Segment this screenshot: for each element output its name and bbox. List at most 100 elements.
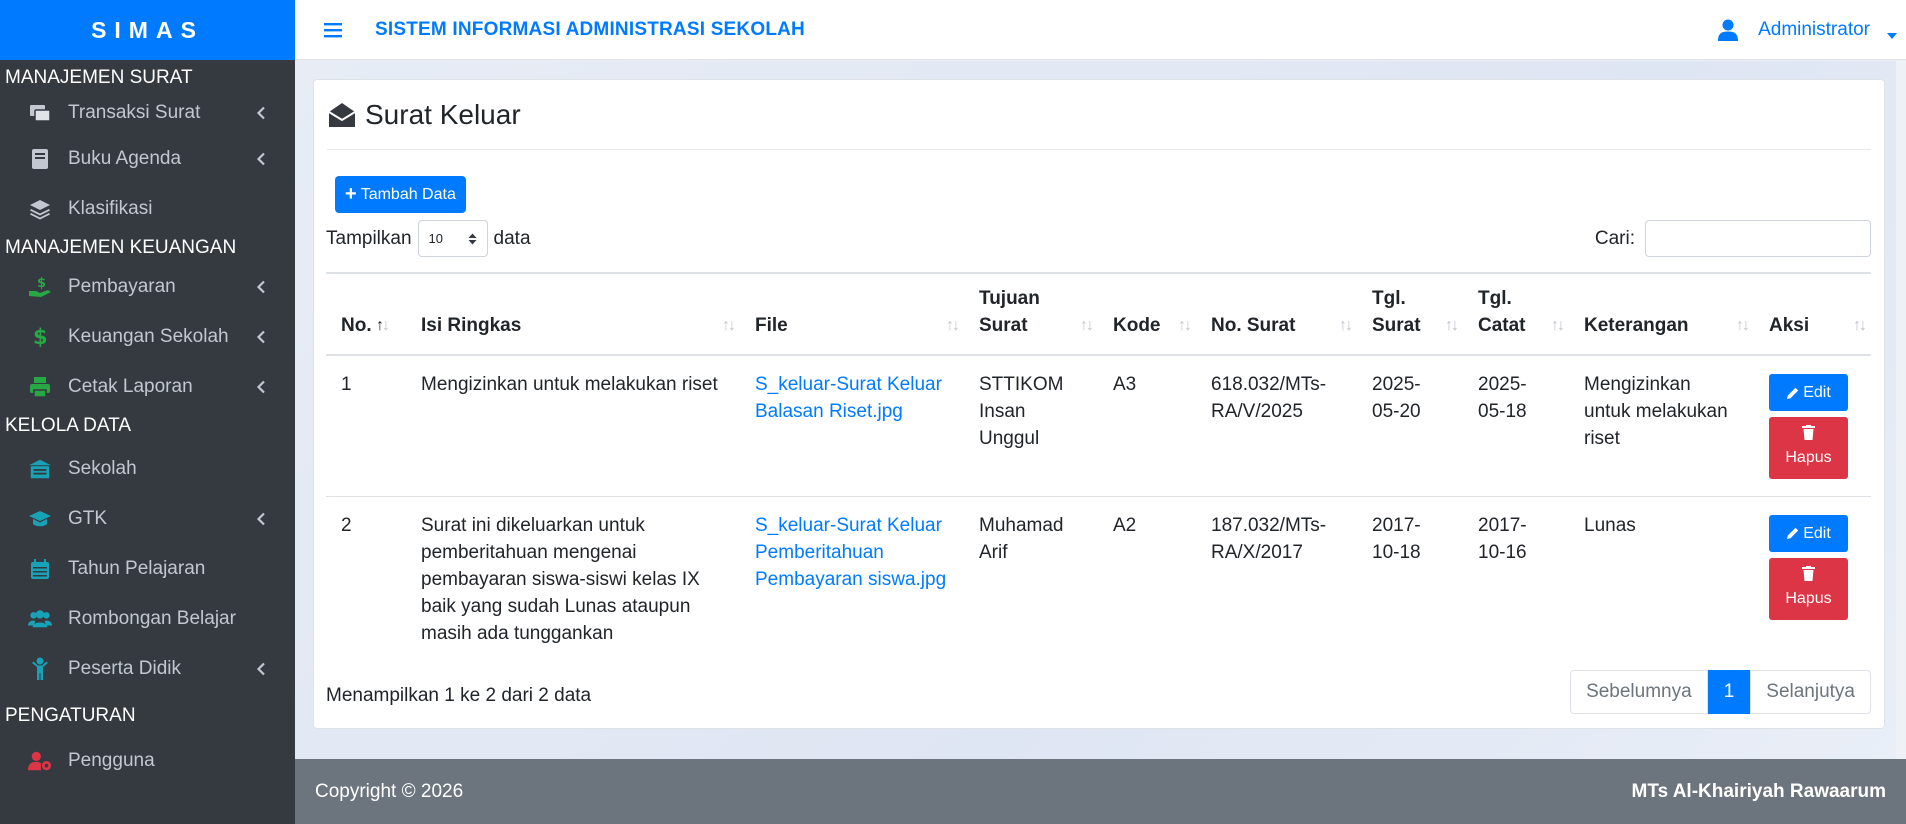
pagination-next-button[interactable]: Selanjutya — [1750, 670, 1871, 714]
table-header-row: No. ↑↓ Isi Ringkas ↑↓ File ↑↓ Tujuan Surat ↑↓ Ko… — [326, 272, 1871, 356]
sidebar-section-title: PENGATURAN — [5, 705, 136, 726]
sidebar-item-tahun-pelajaran[interactable]: Tahun Pelajaran — [0, 544, 295, 594]
column-header-no[interactable]: No. ↑↓ — [326, 272, 406, 356]
cell-actions: Edit Hapus — [1754, 355, 1871, 497]
sidebar-item-keuangan-sekolah[interactable]: $ Keuangan Sekolah — [0, 312, 295, 362]
chevron-down-icon — [1886, 25, 1898, 39]
search-input[interactable] — [1645, 220, 1871, 257]
cell-kode: A2 — [1113, 514, 1137, 536]
cell-tgl-surat: 2017-10-18 — [1372, 514, 1421, 563]
trash-icon — [1802, 425, 1815, 440]
sidebar-item-rombongan-belajar[interactable]: Rombongan Belajar — [0, 594, 295, 644]
sidebar-item-cetak-laporan[interactable]: Cetak Laporan — [0, 362, 295, 412]
column-header-no-surat[interactable]: No. Surat ↑↓ — [1196, 272, 1357, 356]
page-length-select[interactable]: 10 — [417, 220, 488, 257]
column-header-tgl-catat[interactable]: Tgl. Catat ↑↓ — [1463, 272, 1569, 356]
sidebar-nav: MANAJEMEN SURAT Transaksi Surat Buku Agend… — [0, 64, 295, 786]
footer: Copyright © 2026 MTs Al-Khairiyah Rawaar… — [295, 759, 1906, 824]
sort-icon: ↑↓ — [1736, 317, 1750, 334]
sidebar-item-label: Peserta Didik — [68, 658, 181, 679]
column-header-label: No. Surat — [1211, 315, 1296, 336]
edit-button[interactable]: Edit — [1769, 374, 1848, 411]
cell-actions: Edit Hapus — [1754, 496, 1871, 662]
delete-button[interactable]: Hapus — [1769, 417, 1848, 479]
column-header-file[interactable]: File ↑↓ — [740, 272, 964, 356]
sidebar-item-gtk[interactable]: GTK — [0, 494, 295, 544]
column-header-aksi[interactable]: Aksi ↑↓ — [1754, 272, 1871, 356]
chevron-left-icon — [255, 151, 267, 167]
sidebar-item-transaksi-surat[interactable]: Transaksi Surat — [0, 92, 295, 134]
cell-tgl-catat: 2017-10-16 — [1478, 514, 1527, 563]
sidebar-section-title: MANAJEMEN KEUANGAN — [5, 237, 237, 258]
card-header: Surat Keluar — [327, 80, 1871, 150]
cell-isi-ringkas: Mengizinkan untuk melakukan riset — [406, 355, 740, 497]
table-row: 2 Surat ini dikeluarkan untuk pemberitahu… — [326, 496, 1871, 662]
cell-row-number: 2 — [341, 514, 352, 536]
page-length-control: Tampilkan 10 data — [326, 220, 531, 257]
sidebar-section-title: MANAJEMEN SURAT — [5, 67, 193, 88]
column-header-kode[interactable]: Kode ↑↓ — [1098, 272, 1196, 356]
edit-button[interactable]: Edit — [1769, 514, 1848, 552]
column-header-keterangan[interactable]: Keterangan ↑↓ — [1569, 272, 1754, 356]
file-link[interactable]: S_keluar-Surat Keluar Balasan Riset.jpg — [755, 374, 942, 422]
sort-icon: ↑↓ — [1178, 317, 1192, 334]
sidebar-item-buku-agenda[interactable]: Buku Agenda — [0, 134, 295, 184]
sidebar-item-sekolah[interactable]: Sekolah — [0, 444, 295, 494]
add-data-button[interactable]: + Tambah Data — [335, 176, 466, 213]
book-icon — [28, 147, 52, 171]
user-menu[interactable]: Administrator — [1718, 19, 1898, 41]
cell-file-link: S_keluar-Surat Keluar Balasan Riset.jpg — [740, 355, 964, 497]
menu-toggle-icon[interactable] — [321, 18, 345, 42]
sidebar: SIMAS MANAJEMEN SURAT Transaksi Surat Buku… — [0, 0, 295, 824]
scrollbar[interactable] — [1896, 61, 1906, 759]
sidebar-item-label: Keuangan Sekolah — [68, 326, 229, 347]
trash-icon — [1802, 565, 1815, 581]
cell-isi-ringkas: Surat ini dikeluarkan untuk pemberitahua… — [421, 514, 700, 644]
sidebar-item-label: Klasifikasi — [68, 198, 153, 219]
svg-text:$: $ — [33, 326, 48, 348]
sidebar-item-label: GTK — [68, 508, 108, 529]
column-header-tujuan-surat[interactable]: Tujuan Surat ↑↓ — [964, 272, 1098, 356]
pagination-prev-button[interactable]: Sebelumnya — [1570, 670, 1708, 714]
svg-text:$: $ — [37, 276, 46, 291]
plus-icon: + — [345, 183, 357, 205]
graduation-cap-icon — [28, 507, 52, 531]
search-label: Cari: — [1594, 227, 1635, 249]
surat-keluar-card: Surat Keluar + Tambah Data Tampilkan 10 … — [313, 79, 1885, 729]
chevron-left-icon — [255, 511, 267, 527]
column-header-label: Tgl. Surat — [1372, 288, 1421, 336]
dollar-icon: $ — [28, 325, 52, 349]
chevron-left-icon — [255, 105, 267, 121]
cell-kode: A3 — [1098, 355, 1196, 497]
chevron-left-icon — [255, 661, 267, 677]
file-link[interactable]: S_keluar-Surat Keluar Pemberitahuan Pemb… — [755, 515, 946, 590]
brand-logo[interactable]: SIMAS — [0, 0, 295, 60]
cell-no-surat: 618.032/MTs-RA/V/2025 — [1196, 355, 1357, 497]
sidebar-item-pembayaran[interactable]: $ Pembayaran — [0, 262, 295, 312]
sidebar-item-label: Pengguna — [68, 750, 155, 771]
column-header-isi-ringkas[interactable]: Isi Ringkas ↑↓ — [406, 272, 740, 356]
cell-tujuan-surat: STTIKOM Insan Unggul — [964, 355, 1098, 497]
sort-icon: ↑↓ — [722, 317, 736, 334]
sidebar-item-label: Pembayaran — [68, 276, 176, 297]
sidebar-item-pengguna[interactable]: Pengguna — [0, 736, 295, 786]
pencil-icon — [1786, 526, 1800, 540]
column-header-label: Isi Ringkas — [421, 315, 522, 336]
data-table: No. ↑↓ Isi Ringkas ↑↓ File ↑↓ Tujuan Surat ↑↓ Ko… — [326, 272, 1871, 662]
sidebar-item-klasifikasi[interactable]: Klasifikasi — [0, 184, 295, 234]
column-header-tgl-surat[interactable]: Tgl. Surat ↑↓ — [1357, 272, 1463, 356]
users-icon — [28, 607, 52, 631]
pagination-page-1[interactable]: 1 — [1707, 670, 1751, 714]
sort-arrows-icon — [468, 233, 477, 244]
footer-school-name: MTs Al-Khairiyah Rawaarum — [1631, 780, 1886, 802]
chevron-left-icon — [255, 279, 267, 295]
sidebar-item-label: Tahun Pelajaran — [68, 558, 206, 579]
sort-icon: ↑↓ — [1853, 317, 1867, 334]
cell-tgl-catat: 2025-05-18 — [1463, 355, 1569, 497]
add-data-label: Tambah Data — [360, 185, 456, 203]
delete-button[interactable]: Hapus — [1769, 557, 1848, 620]
sidebar-item-label: Sekolah — [68, 458, 137, 479]
cell-keterangan: Lunas — [1584, 514, 1636, 536]
sort-icon: ↑↓ — [376, 317, 390, 334]
sidebar-item-peserta-didik[interactable]: Peserta Didik — [0, 644, 295, 694]
